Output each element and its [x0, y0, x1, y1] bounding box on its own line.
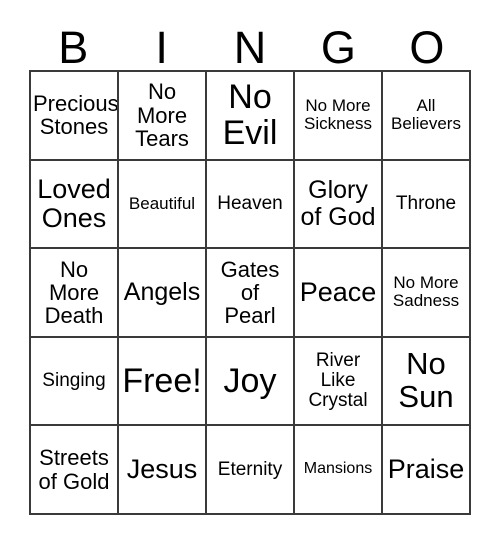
bingo-cell-label: Heaven [217, 192, 283, 214]
bingo-cell[interactable]: Joy [207, 337, 295, 427]
bingo-cell-label: No More Death [44, 256, 104, 329]
bingo-cell[interactable]: Beautiful [119, 160, 207, 250]
bingo-cell-label: Gates of Pearl [220, 256, 280, 329]
bingo-cell[interactable]: No More Sickness [295, 72, 383, 161]
bingo-cell[interactable]: Angels [119, 249, 207, 338]
bingo-cell[interactable]: Jesus [119, 426, 207, 515]
bingo-cell-label: Glory of God [300, 176, 376, 231]
bingo-cell[interactable]: Singing [31, 337, 119, 427]
bingo-cell-label: Beautiful [128, 193, 196, 213]
bingo-cell-label: Singing [42, 370, 106, 392]
bingo-cell-label: Free! [122, 362, 202, 401]
bingo-header-letter-b: B [58, 22, 89, 73]
bingo-cell[interactable]: Loved Ones [31, 160, 119, 250]
bingo-cell-label: Peace [299, 277, 377, 308]
bingo-cell-label: Precious Stones [33, 90, 119, 140]
bingo-cell[interactable]: Peace [295, 249, 383, 338]
bingo-cell-free-space[interactable]: Free! [119, 337, 207, 427]
bingo-grid: Precious Stones No More Tears No Evil No… [29, 70, 471, 515]
bingo-header-letter-n: N [233, 22, 267, 73]
bingo-cell[interactable]: Gates of Pearl [207, 249, 295, 338]
bingo-cell-label: Throne [395, 192, 457, 214]
bingo-cell-label: No More Tears [135, 79, 189, 151]
bingo-cell-label: River Like Crystal [308, 349, 368, 412]
bingo-cell-label: Jesus [126, 454, 198, 485]
bingo-cell-label: No Sun [398, 346, 454, 415]
bingo-cell-label: No More Sadness [392, 273, 460, 311]
bingo-cell-label: All Believers [391, 96, 461, 134]
bingo-cell-label: Loved Ones [37, 174, 111, 233]
bingo-card: B I N G O Precious Stones No More Tears … [0, 0, 500, 544]
bingo-cell[interactable]: No Sun [383, 337, 471, 427]
bingo-cell[interactable]: Praise [383, 426, 471, 515]
bingo-cell[interactable]: Glory of God [295, 160, 383, 250]
bingo-cell-label: Praise [387, 454, 465, 485]
bingo-cell-label: Joy [223, 362, 277, 401]
bingo-header-letter-i: I [155, 22, 168, 73]
bingo-cell-label: Eternity [217, 458, 283, 480]
bingo-cell[interactable]: Precious Stones [31, 72, 119, 161]
bingo-cell[interactable]: Mansions [295, 426, 383, 515]
bingo-cell[interactable]: Streets of Gold [31, 426, 119, 515]
bingo-cell[interactable]: Eternity [207, 426, 295, 515]
bingo-cell[interactable]: River Like Crystal [295, 337, 383, 427]
bingo-cell-label: Mansions [303, 460, 373, 478]
bingo-cell-label: No Evil [222, 78, 278, 153]
bingo-cell[interactable]: No More Tears [119, 72, 207, 161]
bingo-header-row: B I N G O [29, 14, 471, 70]
bingo-cell[interactable]: No More Sadness [383, 249, 471, 338]
bingo-cell[interactable]: Throne [383, 160, 471, 250]
bingo-cell-label: No More Sickness [303, 96, 373, 134]
bingo-cell[interactable]: Heaven [207, 160, 295, 250]
bingo-cell-label: Angels [123, 278, 201, 307]
bingo-header-letter-g: G [320, 22, 356, 73]
bingo-header-letter-o: O [409, 22, 445, 73]
bingo-cell[interactable]: All Believers [383, 72, 471, 161]
bingo-cell-label: Streets of Gold [38, 445, 110, 494]
bingo-cell[interactable]: No More Death [31, 249, 119, 338]
bingo-cell[interactable]: No Evil [207, 72, 295, 161]
